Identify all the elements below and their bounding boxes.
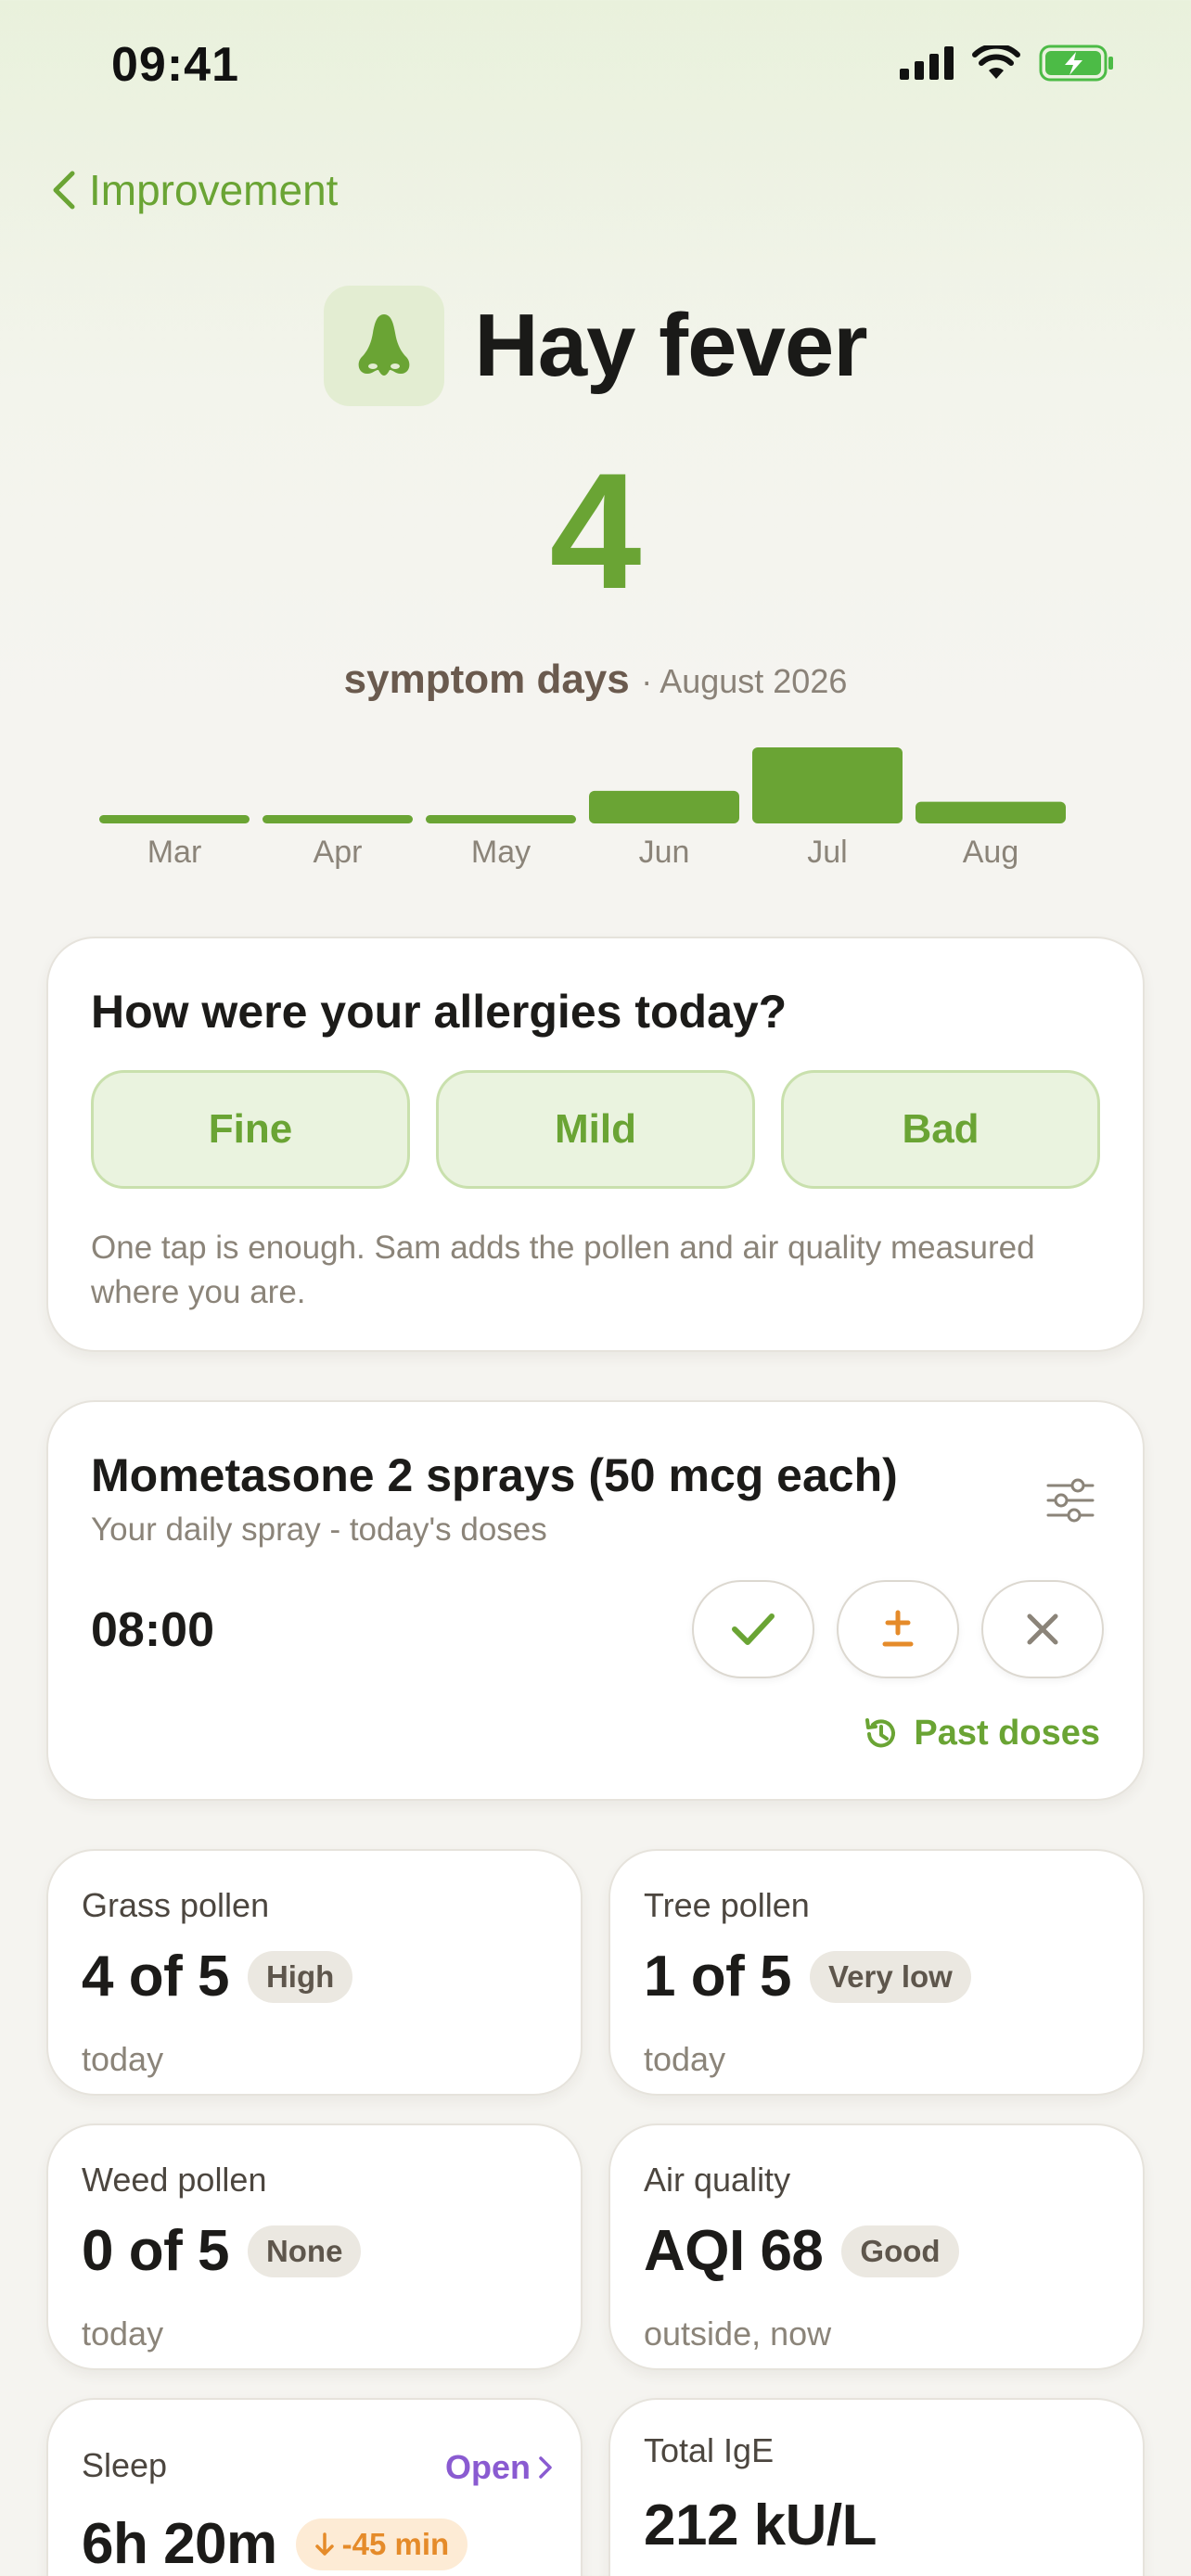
weed-pollen-card[interactable]: Weed pollen 0 of 5 None today <box>46 2123 583 2370</box>
open-link-label: Open <box>444 2448 531 2486</box>
arrow-down-icon <box>314 2531 334 2556</box>
status-icons <box>900 45 1115 82</box>
status-bar: 09:41 <box>0 0 1191 130</box>
metric-foot: today <box>644 2040 726 2078</box>
plus-minus-icon <box>882 1610 914 1647</box>
count-period: · August 2026 <box>641 662 848 700</box>
tick-label-may: May <box>471 835 531 870</box>
back-label: Improvement <box>89 166 339 214</box>
metric-label: Total IgE <box>644 2431 775 2469</box>
allergy-checkin-card: How were your allergies today? Fine Mild… <box>46 937 1145 1352</box>
sleep-delta-value: -45 min <box>341 2526 450 2561</box>
metric-foot: outside, now <box>644 2315 832 2353</box>
page-title: Hay fever <box>474 296 867 395</box>
metric-value-row: 0 of 5 None <box>82 2218 362 2284</box>
medication-title: Mometasone 2 sprays (50 mcg each) <box>91 1449 898 1501</box>
metric-value-row: 4 of 5 High <box>82 1944 353 2009</box>
chevron-right-icon <box>539 2456 552 2479</box>
count-unit: symptom days <box>343 657 630 702</box>
level-badge: Good <box>841 2225 959 2277</box>
sliders-icon[interactable] <box>1043 1473 1098 1528</box>
dose-skipped-button[interactable] <box>981 1580 1104 1678</box>
dose-time: 08:00 <box>91 1603 214 1657</box>
metric-value: AQI 68 <box>644 2219 824 2283</box>
level-badge: None <box>247 2225 362 2277</box>
grass-pollen-card[interactable]: Grass pollen 4 of 5 High today <box>46 1849 583 2096</box>
tick-label-jul: Jul <box>807 835 847 870</box>
metric-foot: today <box>82 2040 164 2078</box>
metric-value-row: 212 kU/L <box>644 2493 877 2558</box>
symptom-day-count: 4 <box>549 439 642 623</box>
metric-value: 4 of 5 <box>82 1945 229 2009</box>
metric-foot: today <box>82 2315 164 2353</box>
metric-label: Tree pollen <box>644 1886 810 1924</box>
past-doses-label: Past doses <box>914 1714 1100 1753</box>
metric-value: 6h 20m <box>82 2512 277 2576</box>
tick-label-aug: Aug <box>963 835 1019 870</box>
metric-label: Air quality <box>644 2161 791 2199</box>
nose-icon <box>324 286 445 406</box>
mild-button[interactable]: Mild <box>436 1070 755 1189</box>
metric-label: Weed pollen <box>82 2161 267 2199</box>
bar-may <box>426 815 576 823</box>
tick-label-apr: Apr <box>314 835 363 870</box>
bar-jul <box>752 747 903 823</box>
open-sleep-link[interactable]: Open <box>445 2448 553 2487</box>
count-caption: symptom days · August 2026 <box>0 657 1191 703</box>
level-badge: High <box>247 1950 353 2003</box>
fine-button[interactable]: Fine <box>91 1070 410 1189</box>
dose-taken-button[interactable] <box>692 1580 814 1678</box>
symptom-bar-chart: Mar Apr May Jun Jul Aug <box>99 747 1066 870</box>
wifi-icon <box>972 45 1020 79</box>
bar-jun <box>589 790 739 823</box>
tree-pollen-card[interactable]: Tree pollen 1 of 5 Very low today <box>608 1849 1145 2096</box>
metric-value-row: 6h 20m -45 min <box>82 2511 468 2576</box>
tick-label-jun: Jun <box>639 835 690 870</box>
metric-value: 212 kU/L <box>644 2493 877 2557</box>
past-doses-link[interactable]: Past doses <box>862 1714 1100 1753</box>
back-button[interactable]: Improvement <box>52 165 338 215</box>
checkin-question: How were your allergies today? <box>91 986 788 1038</box>
history-icon <box>865 1717 896 1747</box>
air-quality-card[interactable]: Air quality AQI 68 Good outside, now <box>608 2123 1145 2370</box>
battery-charging-icon <box>1039 45 1113 82</box>
metric-label: Sleep <box>82 2446 168 2484</box>
metric-value-row: 1 of 5 Very low <box>644 1944 971 2009</box>
bar-mar <box>99 815 250 823</box>
metric-value-row: AQI 68 Good <box>644 2218 959 2284</box>
chevron-left-icon <box>53 171 75 210</box>
metric-value: 0 of 5 <box>82 2219 229 2283</box>
check-icon <box>732 1613 775 1645</box>
total-ige-card[interactable]: Total IgE 212 kU/L <box>608 2398 1145 2576</box>
level-badge: Very low <box>809 1950 971 2003</box>
medication-card: Mometasone 2 sprays (50 mcg each) Your d… <box>46 1400 1145 1801</box>
dose-adjust-button[interactable] <box>837 1580 959 1678</box>
sleep-delta-badge: -45 min <box>295 2518 468 2570</box>
page-header: Hay fever <box>0 286 1191 406</box>
checkin-note: One tap is enough. Sam adds the pollen a… <box>91 1230 1035 1310</box>
bad-button[interactable]: Bad <box>781 1070 1100 1189</box>
medication-subtitle: Your daily spray - today's doses <box>91 1511 547 1548</box>
cellular-signal-icon <box>900 46 954 80</box>
metric-label: Grass pollen <box>82 1886 270 1924</box>
close-icon <box>1027 1613 1058 1645</box>
metric-value: 1 of 5 <box>644 1945 791 2009</box>
bar-aug <box>916 801 1066 823</box>
sleep-card[interactable]: Sleep Open 6h 20m -45 min <box>46 2398 583 2576</box>
bar-apr <box>263 815 413 823</box>
tick-label-mar: Mar <box>147 835 202 870</box>
status-time: 09:41 <box>111 38 239 92</box>
